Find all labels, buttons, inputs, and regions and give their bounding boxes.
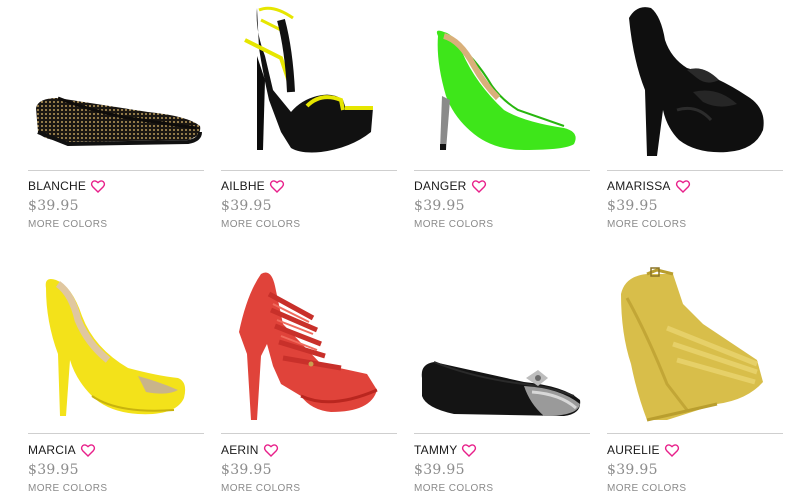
divider [414,170,590,171]
heart-icon[interactable] [269,179,285,193]
name-line: DANGER [414,179,486,193]
product-name[interactable]: MARCIA [28,443,76,457]
product-price: $39.95 [414,462,465,478]
product-image-tammy[interactable] [414,264,590,434]
name-line: TAMMY [414,443,477,457]
heart-icon[interactable] [471,179,486,193]
product-card[interactable]: AILBHE $39.95 MORE COLORS [221,0,397,230]
product-name[interactable]: BLANCHE [28,179,86,193]
heart-icon[interactable] [263,443,278,457]
product-price: $39.95 [221,462,272,478]
name-line: AILBHE [221,179,285,193]
divider [28,433,204,434]
product-price: $39.95 [607,462,658,478]
divider [607,170,783,171]
heart-icon[interactable] [675,179,690,193]
product-name[interactable]: AURELIE [607,443,660,457]
product-card[interactable]: AURELIE $39.95 MORE COLORS [607,264,783,494]
name-line: BLANCHE [28,179,106,193]
more-colors-link[interactable]: MORE COLORS [221,483,300,494]
product-name[interactable]: TAMMY [414,443,457,457]
product-image-danger[interactable] [414,0,590,170]
product-name[interactable]: AMARISSA [607,179,671,193]
product-name[interactable]: AILBHE [221,179,265,193]
heart-icon[interactable] [462,443,477,457]
product-card[interactable]: BLANCHE $39.95 MORE COLORS [28,0,204,230]
name-line: MARCIA [28,443,96,457]
product-price: $39.95 [28,198,79,214]
product-price: $39.95 [221,198,272,214]
more-colors-link[interactable]: MORE COLORS [414,483,493,494]
product-image-marcia[interactable] [28,264,204,434]
product-card[interactable]: AMARISSA $39.95 MORE COLORS [607,0,783,230]
name-line: AERIN [221,443,278,457]
heart-icon[interactable] [664,443,679,457]
divider [414,433,590,434]
product-image-aurelie[interactable] [607,264,783,434]
more-colors-link[interactable]: MORE COLORS [28,219,107,230]
name-line: AURELIE [607,443,679,457]
heart-icon[interactable] [90,179,106,193]
product-price: $39.95 [414,198,465,214]
product-name[interactable]: DANGER [414,179,467,193]
product-price: $39.95 [607,198,658,214]
product-name[interactable]: AERIN [221,443,259,457]
product-image-blanche[interactable] [28,0,204,170]
product-card[interactable]: TAMMY $39.95 MORE COLORS [414,264,590,494]
more-colors-link[interactable]: MORE COLORS [221,219,300,230]
heart-icon[interactable] [80,443,96,457]
product-card[interactable]: MARCIA $39.95 MORE COLORS [28,264,204,494]
product-card[interactable]: AERIN $39.95 MORE COLORS [221,264,397,494]
product-image-aerin[interactable] [221,264,397,434]
divider [221,433,397,434]
more-colors-link[interactable]: MORE COLORS [28,483,107,494]
divider [607,433,783,434]
divider [28,170,204,171]
product-grid: BLANCHE $39.95 MORE COLORS AILBHE $39.95… [0,0,800,503]
product-price: $39.95 [28,462,79,478]
product-card[interactable]: DANGER $39.95 MORE COLORS [414,0,590,230]
more-colors-link[interactable]: MORE COLORS [607,219,686,230]
divider [221,170,397,171]
name-line: AMARISSA [607,179,690,193]
product-image-ailbhe[interactable] [221,0,397,170]
more-colors-link[interactable]: MORE COLORS [607,483,686,494]
product-image-amarissa[interactable] [607,0,783,170]
more-colors-link[interactable]: MORE COLORS [414,219,493,230]
